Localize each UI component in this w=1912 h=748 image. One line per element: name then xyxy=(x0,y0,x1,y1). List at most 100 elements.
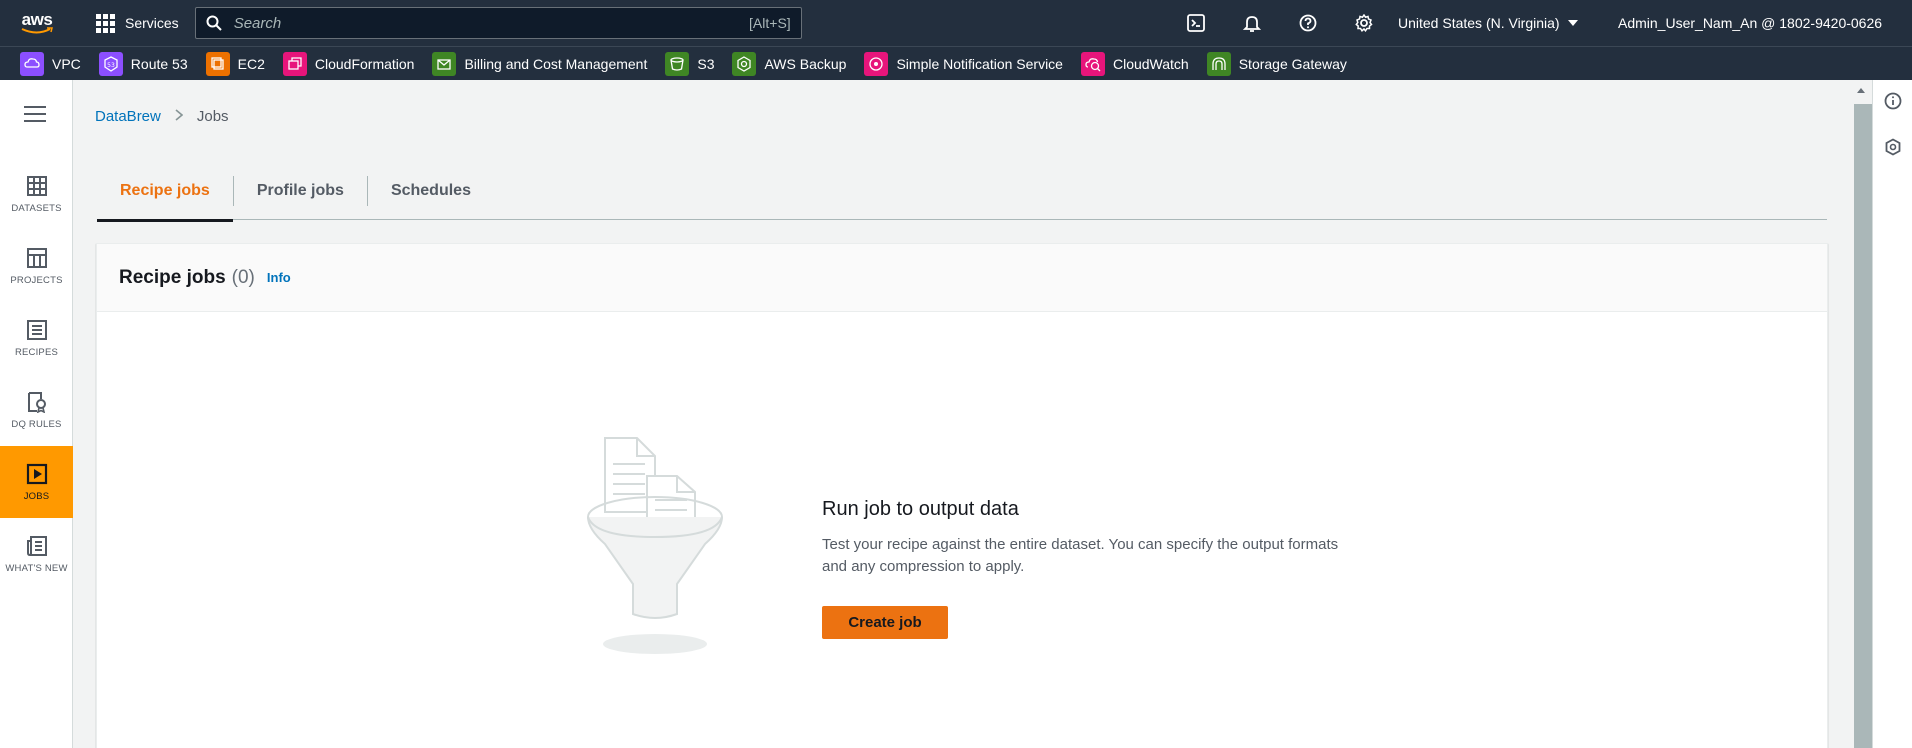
region-label: United States (N. Virginia) xyxy=(1398,15,1560,31)
favorite-label: S3 xyxy=(697,55,715,72)
vpc-icon xyxy=(20,51,44,76)
scroll-up-arrow-icon[interactable] xyxy=(1857,88,1865,93)
ec2-icon xyxy=(205,51,230,76)
create-job-button[interactable]: Create job xyxy=(822,606,948,639)
favorites-bar: VPC 53 Route 53 EC2 CloudFormation Billi… xyxy=(0,46,1912,80)
rail-item-label: RECIPES xyxy=(14,346,59,358)
rail-item-recipes[interactable]: RECIPES xyxy=(0,302,73,374)
favorite-sns[interactable]: Simple Notification Service xyxy=(864,51,1063,76)
grid-icon xyxy=(26,247,47,268)
tools-panel xyxy=(1872,80,1912,748)
account-label: Admin_User_Nam_An @ 1802-9420-0626 xyxy=(1618,15,1883,31)
services-menu-button[interactable]: Services xyxy=(86,0,189,46)
gear-icon xyxy=(1355,14,1373,32)
empty-state-description: Test your recipe against the entire data… xyxy=(822,536,1339,575)
feedback-hexagon-icon[interactable] xyxy=(1884,138,1902,156)
breadcrumb-current: Jobs xyxy=(196,108,229,125)
play-icon xyxy=(26,463,47,484)
favorite-cloudformation[interactable]: CloudFormation xyxy=(282,51,415,76)
favorite-label: Storage Gateway xyxy=(1238,55,1347,72)
menu-toggle-icon[interactable] xyxy=(24,106,46,124)
list-icon xyxy=(26,319,47,340)
favorite-label: EC2 xyxy=(237,55,265,72)
favorite-label: Billing and Cost Management xyxy=(464,55,648,72)
search-placeholder: Search xyxy=(233,14,282,32)
chevron-right-icon xyxy=(175,108,184,125)
storage-gateway-icon xyxy=(1206,51,1231,76)
newspaper-icon xyxy=(26,535,47,556)
help-button[interactable] xyxy=(1280,0,1336,46)
account-menu[interactable]: Admin_User_Nam_An @ 1802-9420-0626 xyxy=(1618,0,1882,46)
cloudwatch-icon xyxy=(1080,51,1105,76)
rail-item-label: DATASETS xyxy=(11,202,62,214)
region-selector[interactable]: United States (N. Virginia) xyxy=(1398,0,1578,46)
sns-icon xyxy=(864,51,889,76)
favorite-billing[interactable]: Billing and Cost Management xyxy=(432,51,648,76)
table-icon xyxy=(26,175,47,196)
info-link[interactable]: Info xyxy=(267,270,291,285)
favorite-label: VPC xyxy=(52,55,81,72)
job-tabs: Recipe jobs Profile jobs Schedules xyxy=(97,162,1827,222)
tab-profile-jobs[interactable]: Profile jobs xyxy=(234,162,367,220)
backup-icon xyxy=(732,51,757,76)
settings-button[interactable] xyxy=(1336,0,1392,46)
breadcrumb-databrew-link[interactable]: DataBrew xyxy=(95,108,161,125)
caret-down-icon xyxy=(1567,20,1578,26)
svg-text:53: 53 xyxy=(107,62,115,69)
breadcrumb: DataBrew Jobs xyxy=(95,108,229,125)
rail-item-dq-rules[interactable]: DQ RULES xyxy=(0,374,73,446)
favorite-s3[interactable]: S3 xyxy=(665,51,715,76)
cloudformation-icon xyxy=(282,51,307,76)
route53-icon: 53 xyxy=(98,51,123,76)
aws-smile-icon xyxy=(21,26,53,33)
favorite-ec2[interactable]: EC2 xyxy=(205,51,265,76)
search-shortcut: [Alt+S] xyxy=(749,15,791,31)
search-icon xyxy=(206,15,222,31)
side-rail: DATASETS PROJECTS RECIPES DQ RULES JOBS … xyxy=(0,80,73,748)
rail-item-label: WHAT'S NEW xyxy=(5,562,68,574)
search-input[interactable]: Search [Alt+S] xyxy=(194,7,802,39)
aws-logo-text: aws xyxy=(21,9,53,29)
rail-item-label: PROJECTS xyxy=(10,274,63,286)
empty-state-title: Run job to output data xyxy=(822,498,1019,520)
s3-bucket-icon xyxy=(665,51,690,76)
container-title: Recipe jobs xyxy=(119,266,226,288)
favorite-label: Route 53 xyxy=(130,55,188,72)
rules-badge-icon xyxy=(27,391,46,413)
cloudshell-button[interactable] xyxy=(1168,0,1224,46)
scrollbar-thumb[interactable] xyxy=(1854,104,1872,748)
favorite-aws-backup[interactable]: AWS Backup xyxy=(732,51,847,76)
favorite-label: Simple Notification Service xyxy=(896,55,1063,72)
main-content: DataBrew Jobs Recipe jobs Profile jobs S… xyxy=(74,80,1854,748)
favorite-label: AWS Backup xyxy=(764,55,847,72)
page-scrollbar[interactable] xyxy=(1850,80,1872,748)
top-navigation: aws Services Search [Alt+S] United State… xyxy=(0,0,1912,46)
notifications-button[interactable] xyxy=(1224,0,1280,46)
recipe-jobs-container: Recipe jobs (0) Info Run job to output d… xyxy=(96,243,1828,748)
job-count: (0) xyxy=(231,266,255,288)
info-circle-icon[interactable] xyxy=(1884,92,1902,110)
services-grid-icon xyxy=(96,13,115,33)
funnel-documents-icon xyxy=(585,434,725,664)
rail-item-label: DQ RULES xyxy=(11,418,62,430)
terminal-icon xyxy=(1187,14,1205,32)
help-icon xyxy=(1299,14,1317,32)
tab-schedules[interactable]: Schedules xyxy=(368,162,494,220)
rail-item-projects[interactable]: PROJECTS xyxy=(0,230,73,302)
favorite-route53[interactable]: 53 Route 53 xyxy=(98,51,188,76)
billing-icon xyxy=(432,51,457,76)
bell-icon xyxy=(1243,16,1261,32)
rail-item-label: JOBS xyxy=(23,490,50,502)
favorite-vpc[interactable]: VPC xyxy=(20,51,81,76)
rail-item-datasets[interactable]: DATASETS xyxy=(0,158,73,230)
aws-logo[interactable]: aws xyxy=(0,0,74,46)
tab-recipe-jobs[interactable]: Recipe jobs xyxy=(97,162,233,222)
rail-item-jobs[interactable]: JOBS xyxy=(0,446,73,518)
favorite-label: CloudWatch xyxy=(1112,55,1189,72)
favorite-label: CloudFormation xyxy=(314,55,415,72)
services-label: Services xyxy=(125,15,179,31)
favorite-cloudwatch[interactable]: CloudWatch xyxy=(1080,51,1189,76)
favorite-storage-gateway[interactable]: Storage Gateway xyxy=(1206,51,1347,76)
rail-item-whats-new[interactable]: WHAT'S NEW xyxy=(0,518,73,590)
container-header: Recipe jobs (0) Info xyxy=(97,244,1827,312)
